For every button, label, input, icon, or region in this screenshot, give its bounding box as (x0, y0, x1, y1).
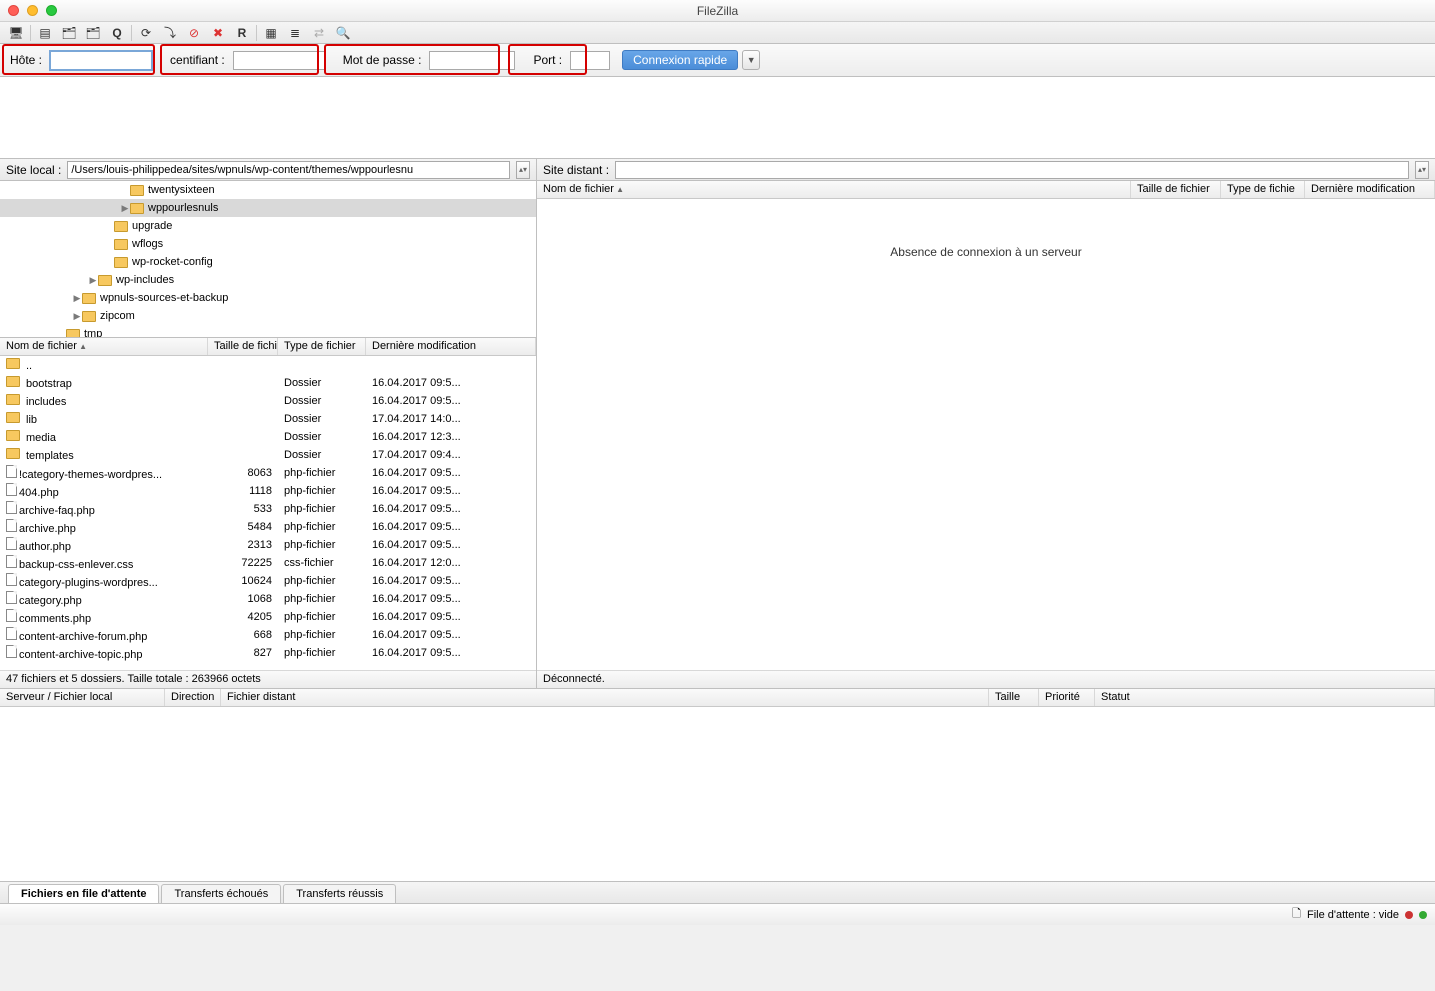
tab-success[interactable]: Transferts réussis (283, 884, 396, 903)
local-path-stepper[interactable]: ▴▾ (516, 161, 530, 179)
username-input[interactable] (233, 51, 325, 70)
quickconnect-button[interactable]: Connexion rapide (622, 50, 738, 70)
file-row[interactable]: content-archive-forum.php668php-fichier1… (0, 626, 536, 644)
rcol-type[interactable]: Type de fichie (1221, 181, 1305, 198)
col-size[interactable]: Taille de fichie (208, 338, 278, 355)
queue-header[interactable]: Serveur / Fichier local Direction Fichie… (0, 689, 1435, 707)
remote-file-header[interactable]: Nom de fichier Taille de fichier Type de… (537, 181, 1435, 199)
file-row[interactable]: bootstrapDossier16.04.2017 09:5... (0, 374, 536, 392)
tree-item[interactable]: ▶wpnuls-sources-et-backup (0, 289, 536, 307)
queue-tabs: Fichiers en file d'attente Transferts éc… (0, 881, 1435, 903)
col-name[interactable]: Nom de fichier (0, 338, 208, 355)
tree-item[interactable]: ▶wp-includes (0, 271, 536, 289)
rcol-name[interactable]: Nom de fichier (537, 181, 1131, 198)
file-row[interactable]: !category-themes-wordpres...8063php-fich… (0, 464, 536, 482)
file-row[interactable]: archive-faq.php533php-fichier16.04.2017 … (0, 500, 536, 518)
rcol-size[interactable]: Taille de fichier (1131, 181, 1221, 198)
search-icon[interactable]: 🔍 (331, 24, 355, 42)
quickconnect-history-dropdown[interactable]: ▼ (742, 50, 760, 70)
remote-pane: Site distant : ▴▾ Nom de fichier Taille … (537, 159, 1435, 688)
file-row[interactable]: comments.php4205php-fichier16.04.2017 09… (0, 608, 536, 626)
tree-item[interactable]: upgrade (0, 217, 536, 235)
toggle-remotetree-icon[interactable]: 🗂 (81, 24, 105, 42)
file-row[interactable]: author.php2313php-fichier16.04.2017 09:5… (0, 536, 536, 554)
local-path-input[interactable] (67, 161, 510, 179)
file-row[interactable]: backup-css-enlever.css72225css-fichier16… (0, 554, 536, 572)
toggle-localtree-icon[interactable]: 🗂 (57, 24, 81, 42)
rcol-modified[interactable]: Dernière modification (1305, 181, 1435, 198)
username-label: centifiant : (166, 53, 229, 67)
tree-item[interactable]: wflogs (0, 235, 536, 253)
file-row[interactable]: templatesDossier17.04.2017 09:4... (0, 446, 536, 464)
qcol-status[interactable]: Statut (1095, 689, 1435, 706)
activity-dot-1 (1405, 911, 1413, 919)
local-file-header[interactable]: Nom de fichier Taille de fichie Type de … (0, 338, 536, 356)
host-label: Hôte : (6, 53, 46, 67)
remote-status: Déconnecté. (537, 670, 1435, 688)
tree-item[interactable]: wp-rocket-config (0, 253, 536, 271)
sync-icon[interactable]: ⇄ (307, 24, 331, 42)
file-row[interactable]: category.php1068php-fichier16.04.2017 09… (0, 590, 536, 608)
local-site-label: Site local : (6, 163, 61, 177)
file-row[interactable]: content-archive-topic.php827php-fichier1… (0, 644, 536, 662)
qcol-direction[interactable]: Direction (165, 689, 221, 706)
local-status: 47 fichiers et 5 dossiers. Taille totale… (0, 670, 536, 688)
local-file-list[interactable]: ..bootstrapDossier16.04.2017 09:5...incl… (0, 356, 536, 670)
password-label: Mot de passe : (339, 53, 426, 67)
cancel-icon[interactable]: ⊘ (182, 24, 206, 42)
window-title: FileZilla (0, 4, 1435, 18)
tab-queued[interactable]: Fichiers en file d'attente (8, 884, 159, 903)
tree-item[interactable]: tmp (0, 325, 536, 338)
local-pane: Site local : ▴▾ twentysixteen▶wppourlesn… (0, 159, 537, 688)
qcol-priority[interactable]: Priorité (1039, 689, 1095, 706)
queue-body[interactable] (0, 707, 1435, 881)
col-modified[interactable]: Dernière modification (366, 338, 536, 355)
sitemanager-icon[interactable]: 🖥 (4, 24, 28, 42)
qcol-local[interactable]: Serveur / Fichier local (0, 689, 165, 706)
activity-dot-2 (1419, 911, 1427, 919)
queue-status-text: File d'attente : vide (1307, 909, 1399, 921)
file-row[interactable]: libDossier17.04.2017 14:0... (0, 410, 536, 428)
remote-empty-message: Absence de connexion à un serveur (537, 199, 1435, 670)
process-queue-icon[interactable]: ⤵ (158, 24, 182, 42)
transfer-queue: Serveur / Fichier local Direction Fichie… (0, 689, 1435, 881)
compare-icon[interactable]: ≣ (283, 24, 307, 42)
quickconnect-bar: Hôte : centifiant : Mot de passe : Port … (0, 44, 1435, 77)
window-titlebar: FileZilla (0, 0, 1435, 22)
file-row[interactable]: 404.php1118php-fichier16.04.2017 09:5... (0, 482, 536, 500)
qcol-size[interactable]: Taille (989, 689, 1039, 706)
toggle-log-icon[interactable]: ▤ (33, 24, 57, 42)
file-row[interactable]: includesDossier16.04.2017 09:5... (0, 392, 536, 410)
file-row[interactable]: archive.php5484php-fichier16.04.2017 09:… (0, 518, 536, 536)
local-directory-tree[interactable]: twentysixteen▶wppourlesnulsupgradewflogs… (0, 181, 536, 338)
refresh-icon[interactable]: ⟳ (134, 24, 158, 42)
password-input[interactable] (429, 51, 515, 70)
tree-item[interactable]: ▶zipcom (0, 307, 536, 325)
file-row[interactable]: mediaDossier16.04.2017 12:3... (0, 428, 536, 446)
tree-item[interactable]: ▶wppourlesnuls (0, 199, 536, 217)
remote-path-input[interactable] (615, 161, 1409, 179)
status-bar: 🗋 File d'attente : vide (0, 903, 1435, 925)
file-row[interactable]: category-plugins-wordpres...10624php-fic… (0, 572, 536, 590)
main-toolbar: 🖥 ▤ 🗂 🗂 Q ⟳ ⤵ ⊘ ✖ R ▦ ≣ ⇄ 🔍 (0, 22, 1435, 44)
host-input[interactable] (50, 51, 152, 70)
col-type[interactable]: Type de fichier (278, 338, 366, 355)
message-log[interactable] (0, 77, 1435, 159)
file-row[interactable]: .. (0, 356, 536, 374)
reconnect-icon[interactable]: R (230, 24, 254, 42)
remote-site-label: Site distant : (543, 163, 609, 177)
qcol-remote[interactable]: Fichier distant (221, 689, 989, 706)
tab-failed[interactable]: Transferts échoués (161, 884, 281, 903)
queue-indicator-icon: 🗋 (1292, 905, 1301, 924)
remote-path-stepper[interactable]: ▴▾ (1415, 161, 1429, 179)
port-label: Port : (529, 53, 566, 67)
port-input[interactable] (570, 51, 610, 70)
tree-item[interactable]: twentysixteen (0, 181, 536, 199)
toggle-queue-icon[interactable]: Q (105, 24, 129, 42)
disconnect-icon[interactable]: ✖ (206, 24, 230, 42)
filter-icon[interactable]: ▦ (259, 24, 283, 42)
